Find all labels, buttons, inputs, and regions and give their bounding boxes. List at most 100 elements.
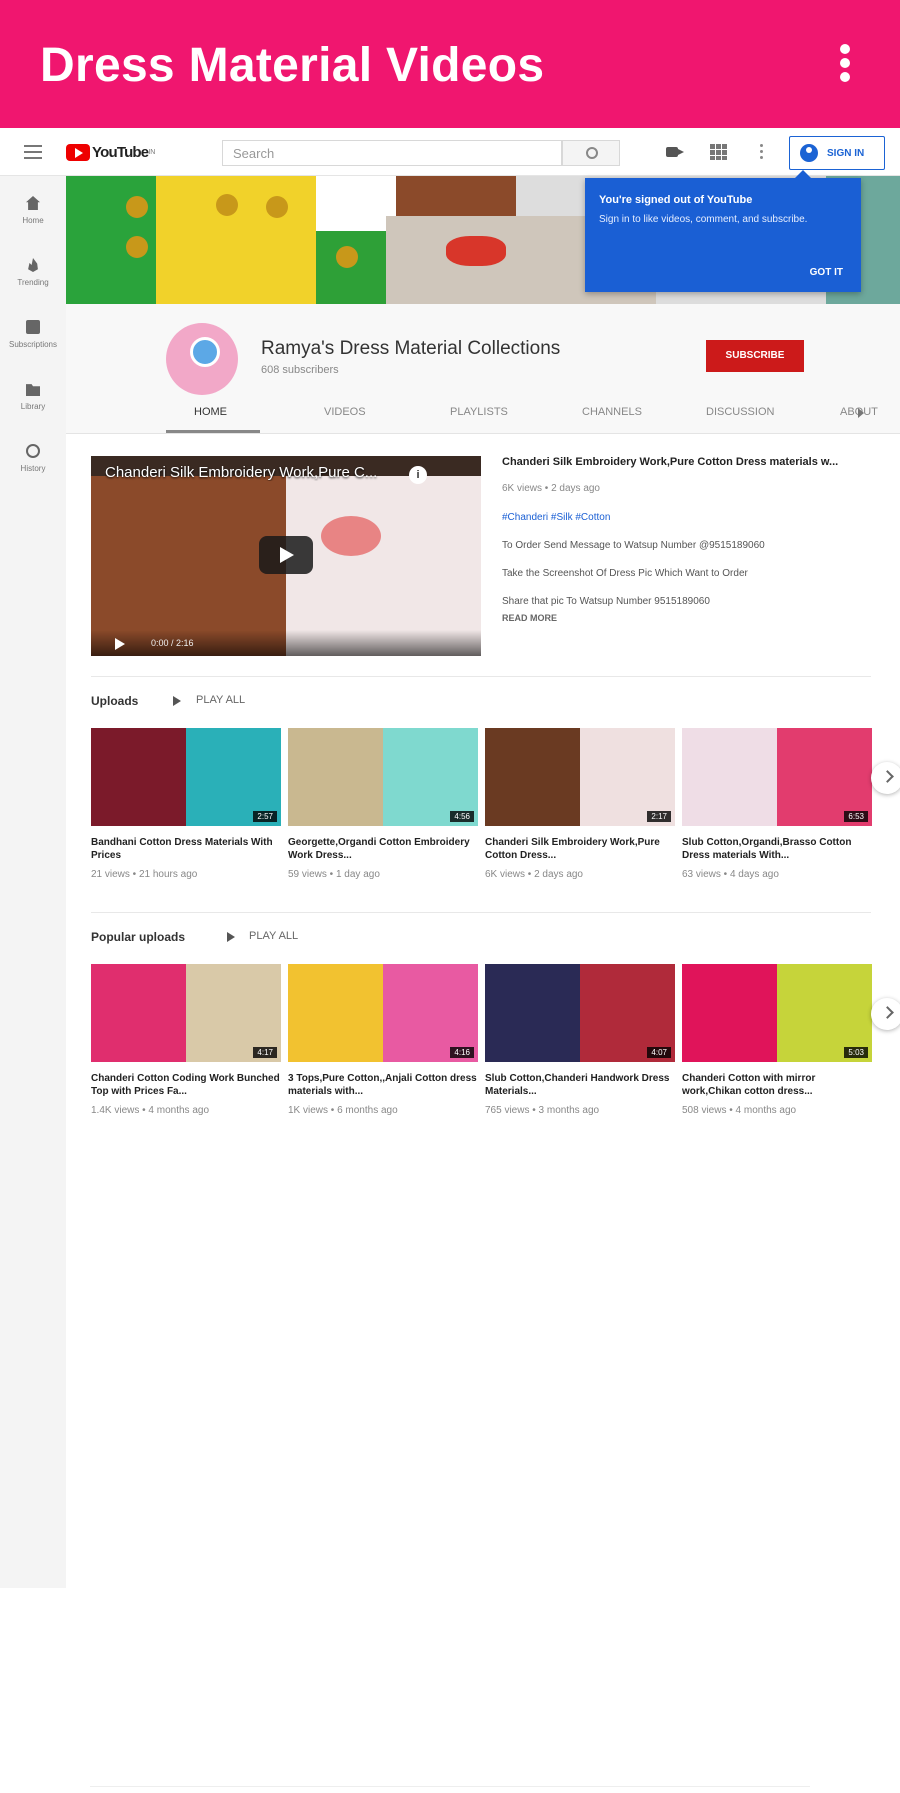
featured-video-details: Chanderi Silk Embroidery Work,Pure Cotto… (502, 456, 882, 623)
subscriptions-icon (26, 320, 40, 334)
tooltip-title: You're signed out of YouTube (599, 194, 753, 206)
video-meta: 1.4K views • 4 months ago (91, 1105, 210, 1116)
video-meta: 21 views • 21 hours ago (91, 869, 198, 880)
video-card[interactable]: 4:56 Georgette,Organdi Cotton Embroidery… (288, 728, 478, 880)
video-thumbnail[interactable]: 4:56 (288, 728, 478, 826)
shelf-title[interactable]: Popular uploads (91, 930, 185, 944)
tab-discussion[interactable]: DISCUSSION (706, 406, 774, 418)
video-card[interactable]: 6:53 Slub Cotton,Organdi,Brasso Cotton D… (682, 728, 872, 880)
video-card[interactable]: 2:57 Bandhani Cotton Dress Materials Wit… (91, 728, 281, 880)
video-card[interactable]: 4:07 Slub Cotton,Chanderi Handwork Dress… (485, 964, 675, 1116)
featured-video-player[interactable]: Chanderi Silk Embroidery Work,Pure C... … (91, 456, 481, 656)
tooltip-body: Sign in to like videos, comment, and sub… (599, 214, 808, 225)
youtube-play-icon (66, 143, 90, 161)
play-icon[interactable] (115, 638, 125, 650)
got-it-button[interactable]: GOT IT (810, 267, 843, 278)
shelf-title[interactable]: Uploads (91, 694, 138, 708)
shelf-next-arrow-icon[interactable] (871, 998, 900, 1030)
sidebar-item-label: Library (20, 402, 46, 411)
video-thumbnail[interactable]: 6:53 (682, 728, 872, 826)
upload-video-icon[interactable] (666, 144, 684, 160)
player-overlay-title[interactable]: Chanderi Silk Embroidery Work,Pure C... (105, 464, 405, 481)
settings-dots-icon[interactable] (760, 144, 764, 160)
video-title[interactable]: Bandhani Cotton Dress Materials With Pri… (91, 836, 281, 863)
video-duration: 4:07 (647, 1047, 671, 1058)
player-time: 0:00 / 2:16 (151, 638, 194, 648)
video-thumbnail[interactable]: 2:17 (485, 728, 675, 826)
video-card[interactable]: 4:17 Chanderi Cotton Coding Work Bunched… (91, 964, 281, 1116)
youtube-logo[interactable]: YouTube IN (66, 142, 155, 162)
video-thumbnail[interactable]: 5:03 (682, 964, 872, 1062)
video-thumbnail[interactable]: 4:16 (288, 964, 478, 1062)
sign-in-button[interactable]: SIGN IN (789, 136, 885, 170)
play-all-icon[interactable] (227, 932, 235, 942)
chevron-right-icon[interactable] (858, 408, 864, 418)
featured-description-line: To Order Send Message to Watsup Number @… (502, 540, 765, 551)
channel-avatar[interactable] (166, 323, 238, 395)
video-meta: 508 views • 4 months ago (682, 1105, 797, 1116)
video-title[interactable]: 3 Tops,Pure Cotton,,Anjali Cotton dress … (288, 1072, 478, 1099)
sidebar-item-subscriptions[interactable]: Subscriptions (0, 312, 66, 362)
video-thumbnail[interactable]: 4:07 (485, 964, 675, 1062)
popular-uploads-shelf: Popular uploads PLAY ALL 4:17 Chanderi C… (91, 924, 900, 1134)
signed-out-tooltip: You're signed out of YouTube Sign in to … (585, 170, 861, 292)
video-duration: 2:57 (253, 811, 277, 822)
overflow-menu-icon[interactable] (838, 44, 852, 84)
video-duration: 2:17 (647, 811, 671, 822)
video-duration: 4:16 (450, 1047, 474, 1058)
video-card[interactable]: 5:03 Chanderi Cotton with mirror work,Ch… (682, 964, 872, 1116)
sidebar-item-label: History (20, 464, 46, 473)
video-duration: 4:17 (253, 1047, 277, 1058)
video-thumbnail[interactable]: 4:17 (91, 964, 281, 1062)
tab-videos[interactable]: VIDEOS (324, 406, 366, 418)
app-bar: Dress Material Videos (0, 0, 900, 128)
video-title[interactable]: Slub Cotton,Chanderi Handwork Dress Mate… (485, 1072, 675, 1099)
sidebar-item-label: Trending (17, 278, 49, 287)
video-card[interactable]: 4:16 3 Tops,Pure Cotton,,Anjali Cotton d… (288, 964, 478, 1116)
video-title[interactable]: Georgette,Organdi Cotton Embroidery Work… (288, 836, 478, 863)
play-all-button[interactable]: PLAY ALL (196, 694, 245, 706)
video-title[interactable]: Slub Cotton,Organdi,Brasso Cotton Dress … (682, 836, 872, 863)
play-all-icon[interactable] (173, 696, 181, 706)
divider (91, 912, 871, 913)
featured-video-title[interactable]: Chanderi Silk Embroidery Work,Pure Cotto… (502, 456, 882, 468)
search-icon[interactable] (562, 140, 620, 166)
featured-hashtags[interactable]: #Chanderi #Silk #Cotton (502, 512, 882, 523)
video-title[interactable]: Chanderi Cotton with mirror work,Chikan … (682, 1072, 872, 1099)
history-icon (26, 444, 40, 458)
video-card[interactable]: 2:17 Chanderi Silk Embroidery Work,Pure … (485, 728, 675, 880)
video-meta: 765 views • 3 months ago (485, 1105, 600, 1116)
read-more-link[interactable]: READ MORE (502, 613, 882, 623)
home-icon (26, 196, 40, 210)
sidebar-item-trending[interactable]: Trending (0, 250, 66, 300)
active-tab-indicator (166, 430, 260, 433)
channel-header: Ramya's Dress Material Collections 608 s… (66, 304, 900, 434)
channel-tabs: HOME VIDEOS PLAYLISTS CHANNELS DISCUSSIO… (166, 396, 900, 434)
youtube-webview: YouTube IN Search SIGN IN Home Trending S… (0, 128, 900, 1588)
play-all-button[interactable]: PLAY ALL (249, 930, 298, 942)
info-icon[interactable]: i (409, 466, 427, 484)
sidebar-item-label: Home (22, 216, 44, 225)
app-title: Dress Material Videos (40, 39, 545, 92)
video-thumbnail[interactable]: 2:57 (91, 728, 281, 826)
tab-playlists[interactable]: PLAYLISTS (450, 406, 508, 418)
sidebar-item-home[interactable]: Home (0, 188, 66, 238)
shelf-next-arrow-icon[interactable] (871, 762, 900, 794)
tab-channels[interactable]: CHANNELS (582, 406, 642, 418)
video-meta: 63 views • 4 days ago (682, 869, 779, 880)
hamburger-menu-icon[interactable] (24, 145, 42, 159)
youtube-region: IN (148, 148, 156, 156)
featured-description-line: Share that pic To Watsup Number 95151890… (502, 596, 710, 607)
youtube-header: YouTube IN Search SIGN IN (0, 128, 900, 176)
tab-home[interactable]: HOME (194, 406, 227, 418)
play-button[interactable] (259, 536, 313, 574)
player-controls: 0:00 / 2:16 (91, 630, 481, 656)
subscribe-button[interactable]: SUBSCRIBE (706, 340, 804, 372)
search-input[interactable]: Search (222, 140, 562, 166)
video-title[interactable]: Chanderi Cotton Coding Work Bunched Top … (91, 1072, 281, 1099)
sidebar-item-library[interactable]: Library (0, 374, 66, 424)
apps-grid-icon[interactable] (710, 144, 728, 160)
video-title[interactable]: Chanderi Silk Embroidery Work,Pure Cotto… (485, 836, 675, 863)
video-duration: 6:53 (844, 811, 868, 822)
sidebar-item-history[interactable]: History (0, 436, 66, 486)
